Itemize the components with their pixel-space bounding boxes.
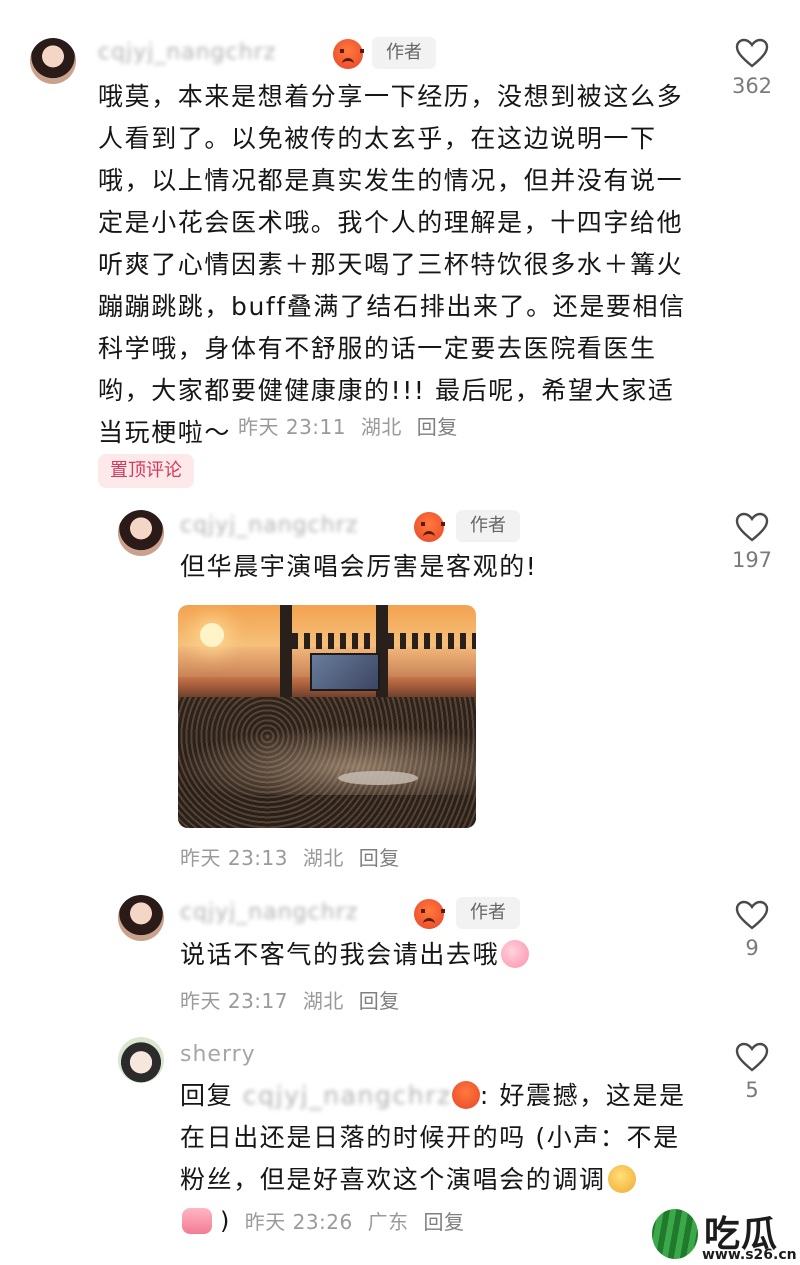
like-count: 197	[731, 548, 773, 572]
site-watermark: 吃瓜网 www.s26.cn	[652, 1205, 800, 1265]
username[interactable]: cqjyj_nangchrz	[180, 513, 358, 538]
comment-location: 广东	[367, 1210, 409, 1234]
like-button[interactable]: 197	[722, 512, 782, 572]
like-count: 362	[731, 74, 773, 98]
avatar[interactable]	[118, 510, 164, 556]
like-count: 9	[745, 936, 759, 960]
reply-to-username[interactable]: cqjyj_nangchrz	[243, 1081, 452, 1110]
reply-button[interactable]: 回复	[359, 989, 400, 1013]
like-button[interactable]: 5	[722, 1042, 782, 1102]
comment-meta: 昨天 23:17 湖北 回复	[180, 985, 408, 1014]
like-count: 5	[745, 1078, 759, 1102]
peach-emoji-icon	[501, 940, 530, 968]
drooling-face-icon	[607, 1165, 636, 1193]
avatar[interactable]	[30, 38, 76, 84]
watermark-url: www.s26.cn	[702, 1247, 797, 1263]
username[interactable]: cqjyj_nangchrz	[180, 900, 358, 925]
comment-location: 湖北	[302, 989, 344, 1013]
haze	[178, 725, 476, 795]
text-suffix: )	[220, 1207, 230, 1235]
comment-meta: 昨天 23:13 湖北 回复	[180, 842, 408, 871]
stage	[338, 771, 418, 785]
comment-time: 昨天 23:17	[180, 989, 288, 1013]
like-button[interactable]: 9	[722, 900, 782, 960]
watermelon-logo-icon	[652, 1209, 698, 1259]
avatar[interactable]	[118, 1037, 164, 1083]
like-button[interactable]: 362	[722, 38, 782, 98]
comment-meta: 昨天 23:11 湖北 回复	[238, 411, 466, 440]
comment-time: 昨天 23:11	[238, 415, 346, 439]
stage-truss	[280, 633, 476, 649]
username[interactable]: cqjyj_nangchrz	[98, 40, 276, 65]
thumbs-emoji-icon	[182, 1208, 212, 1234]
comment-time: 昨天 23:13	[180, 846, 288, 870]
concert-photo[interactable]	[178, 605, 476, 828]
comment-time: 昨天 23:26	[244, 1210, 353, 1234]
sun	[200, 623, 224, 647]
angry-face-icon	[414, 899, 444, 929]
comment-text: 哦莫，本来是想着分享一下经历，没想到被这么多人看到了。以免被传的太玄乎，在这边说…	[98, 82, 686, 447]
reply-button[interactable]: 回复	[359, 846, 400, 870]
angry-face-icon	[414, 512, 444, 542]
heart-outline-icon	[735, 1042, 769, 1072]
author-badge: 作者	[456, 897, 520, 929]
reply-button[interactable]: 回复	[417, 415, 458, 439]
heart-outline-icon	[735, 900, 769, 930]
author-badge: 作者	[372, 37, 436, 69]
heart-outline-icon	[735, 512, 769, 542]
angry-face-icon	[451, 1081, 480, 1109]
comment-location: 湖北	[360, 415, 402, 439]
comment-text-content: 说话不客气的我会请出去哦	[180, 940, 500, 969]
heart-outline-icon	[735, 38, 769, 68]
reply-button[interactable]: 回复	[423, 1210, 464, 1234]
username[interactable]: sherry	[180, 1042, 256, 1067]
comment-text: 回复 cqjyj_nangchrz: 好震撼，这是是在日出还是日落的时候开的吗 …	[180, 1075, 690, 1201]
author-badge: 作者	[456, 510, 520, 542]
comment-text: 但华晨宇演唱会厉害是客观的!	[180, 552, 538, 581]
stage-screen	[310, 653, 380, 691]
pinned-badge: 置顶评论	[98, 454, 194, 488]
avatar[interactable]	[118, 895, 164, 941]
comment-text: 说话不客气的我会请出去哦	[180, 934, 680, 976]
comment-meta: ) 昨天 23:26 广东 回复	[180, 1206, 472, 1235]
comment-location: 湖北	[302, 846, 344, 870]
angry-face-icon	[333, 39, 363, 69]
reply-prefix: 回复	[180, 1081, 234, 1110]
